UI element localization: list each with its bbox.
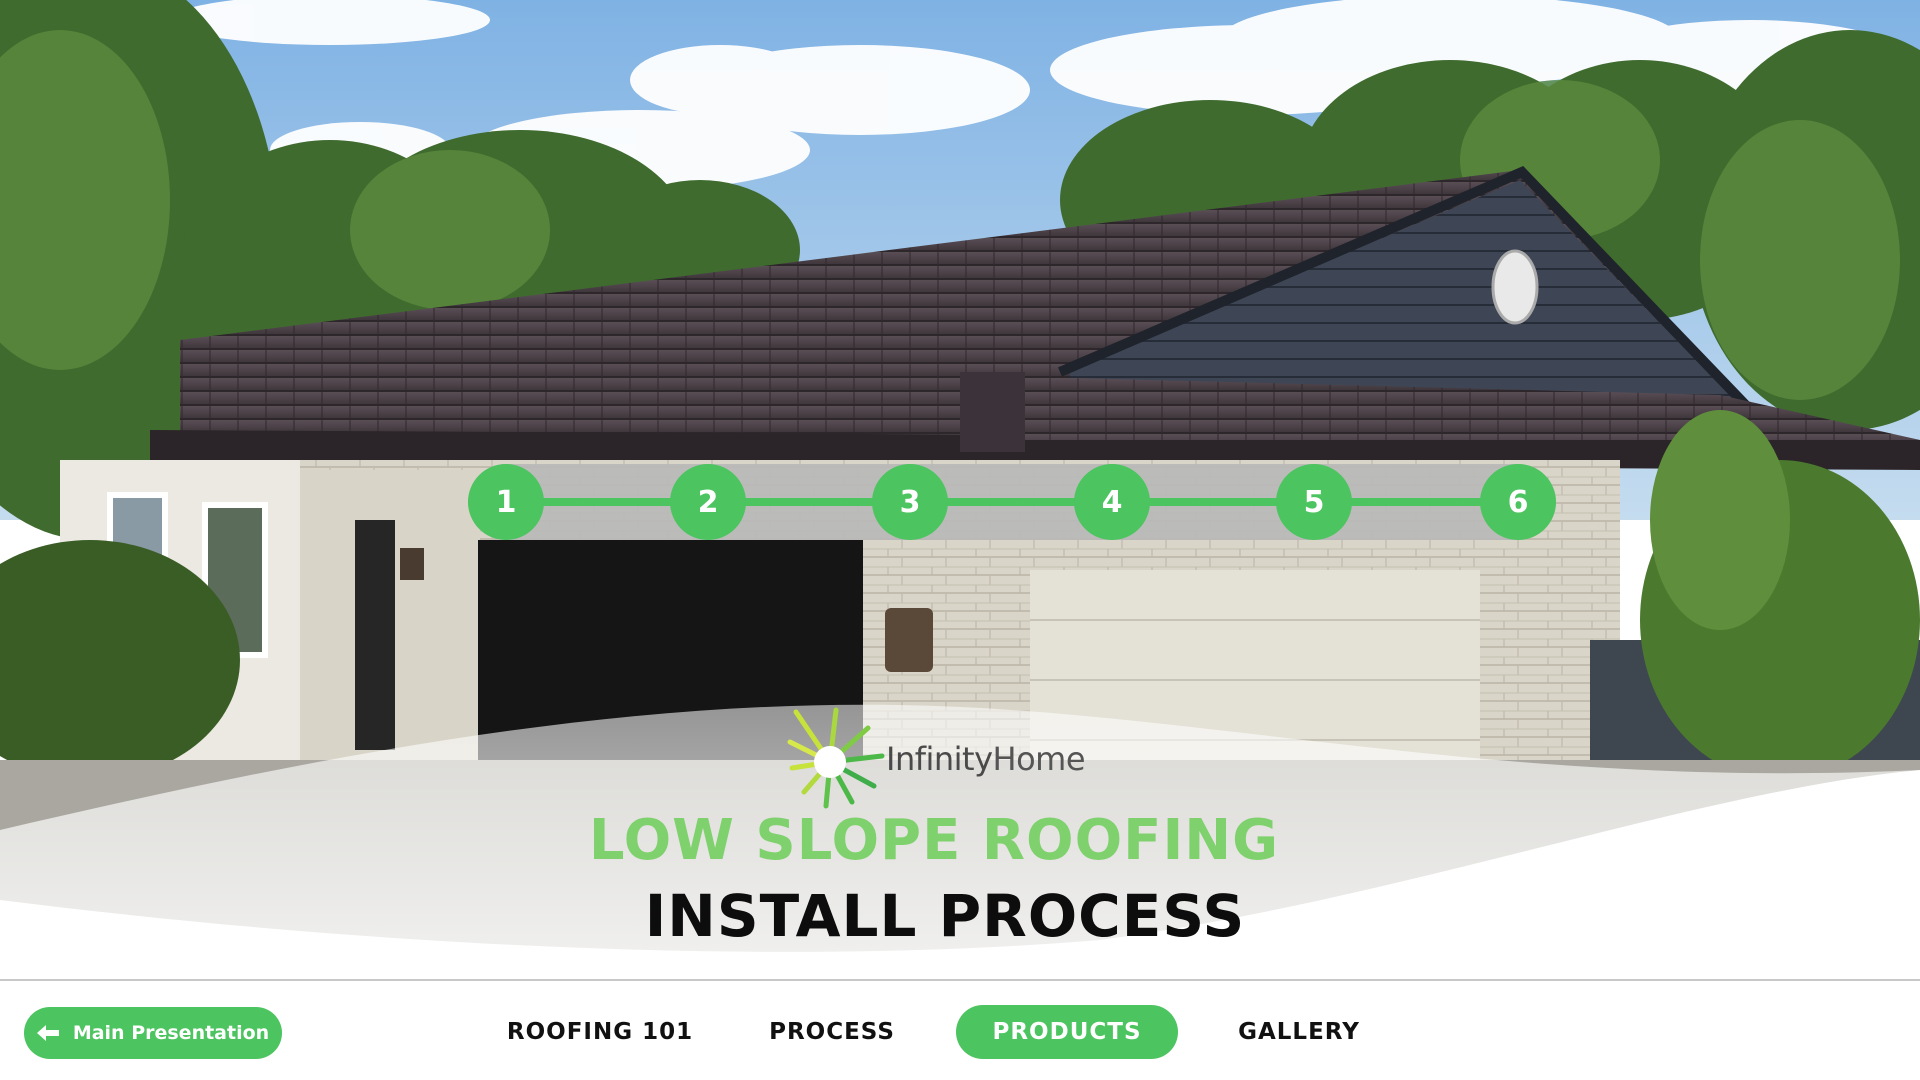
logo-text-home: Home xyxy=(992,740,1086,778)
bottom-nav-bar: Main Presentation ROOFING 101 PROCESS PR… xyxy=(0,981,1920,1080)
main-presentation-button[interactable]: Main Presentation xyxy=(24,1007,282,1059)
nav-gallery[interactable]: GALLERY xyxy=(1224,1005,1374,1059)
step-progress-bar: 1 2 3 4 5 6 xyxy=(468,464,1556,540)
step-5-button[interactable]: 5 xyxy=(1276,464,1352,540)
sunburst-logo-icon xyxy=(787,707,885,809)
main-presentation-label: Main Presentation xyxy=(72,1022,270,1044)
step-3-button[interactable]: 3 xyxy=(872,464,948,540)
step-4-button[interactable]: 4 xyxy=(1074,464,1150,540)
nav-roofing-101[interactable]: ROOFING 101 xyxy=(506,1005,694,1059)
step-1-button[interactable]: 1 xyxy=(468,464,544,540)
step-2-button[interactable]: 2 xyxy=(670,464,746,540)
infinity-home-logo: InfinityHome xyxy=(786,706,1106,812)
page-title-line-2: INSTALL PROCESS xyxy=(644,882,1246,950)
page-title-line-1: LOW SLOPE ROOFING xyxy=(588,808,1280,873)
arrow-left-icon xyxy=(36,1025,59,1041)
page: 1 2 3 4 5 6 InfinityHome LOW SLOPE ROOFI… xyxy=(0,0,1920,1080)
logo-text-infinity: Infinity xyxy=(886,740,993,778)
step-6-button[interactable]: 6 xyxy=(1480,464,1556,540)
nav-products[interactable]: PRODUCTS xyxy=(956,1005,1178,1059)
step-connector-line xyxy=(506,498,1518,506)
nav-process[interactable]: PROCESS xyxy=(752,1005,912,1059)
logo-wordmark: InfinityHome xyxy=(886,740,1086,778)
